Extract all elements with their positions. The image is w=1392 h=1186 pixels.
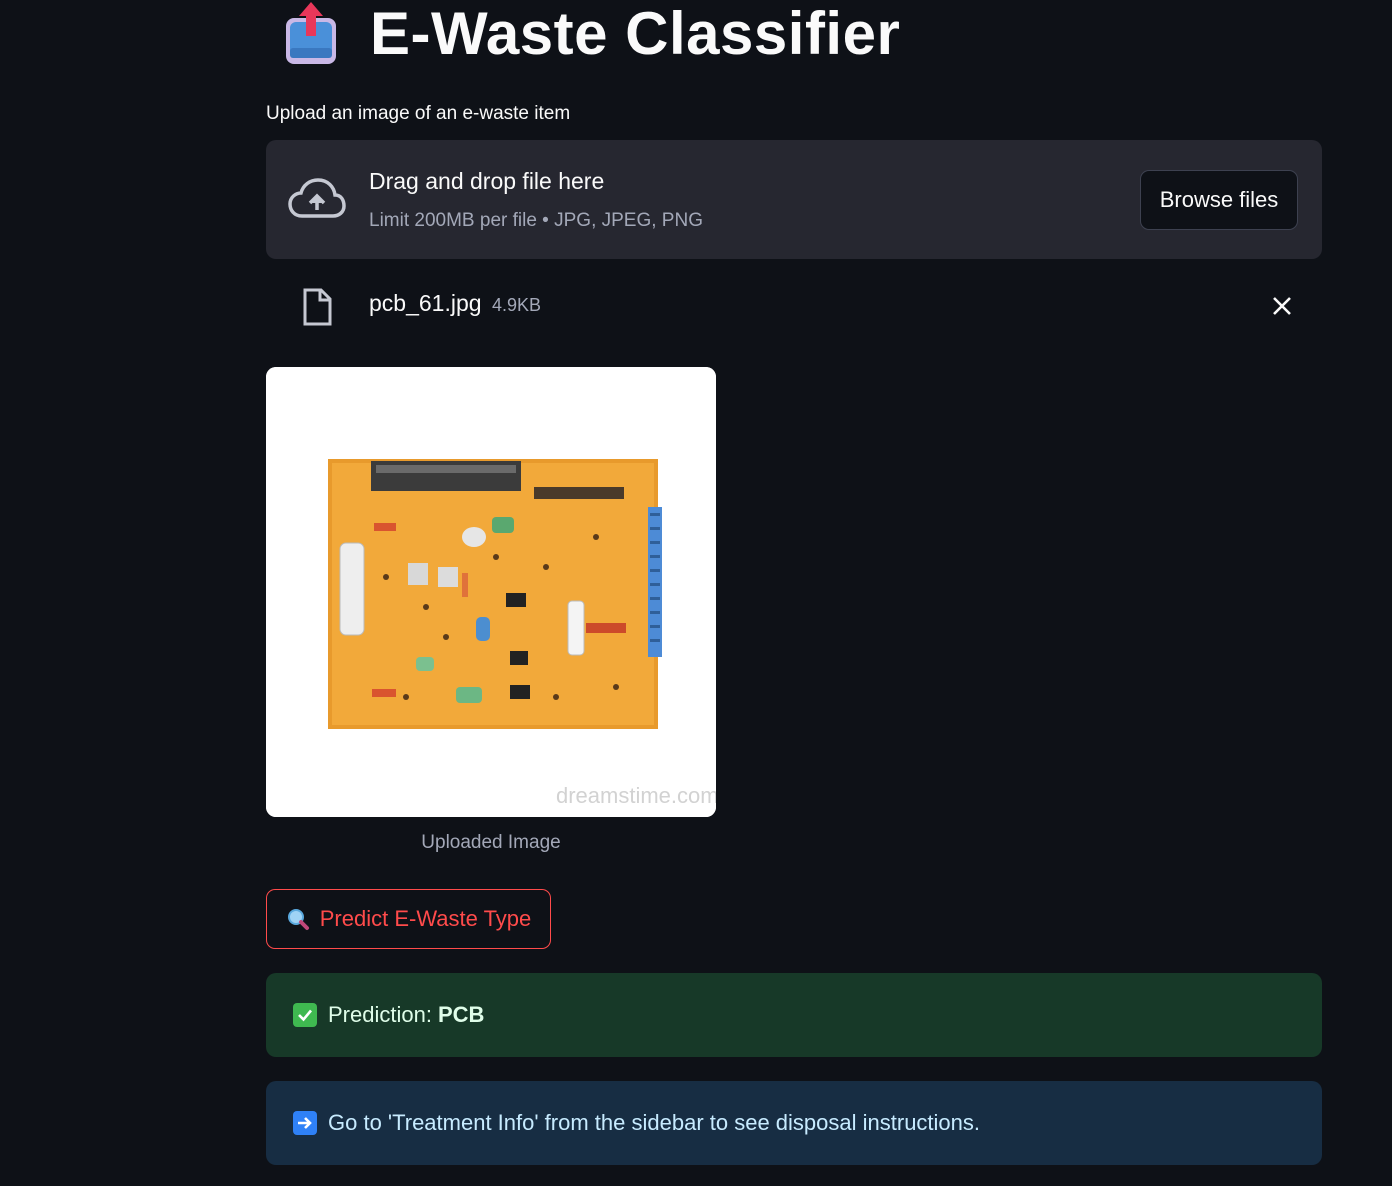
uploader-label: Upload an image of an e-waste item — [266, 103, 571, 124]
main-content: E-Waste Classifier Upload an image of an… — [266, 0, 1322, 1186]
cloud-upload-icon — [288, 178, 346, 220]
uploaded-file-item: pcb_61.jpg 4.9KB — [266, 280, 1322, 332]
uploaded-file-size: 4.9KB — [492, 295, 542, 315]
outbox-tray-icon — [282, 0, 340, 68]
info-text: Go to 'Treatment Info' from the sidebar … — [328, 1110, 981, 1135]
page-header: E-Waste Classifier — [282, 0, 900, 68]
prediction-value: PCB — [437, 1002, 485, 1027]
prediction-result: Prediction: PCB — [266, 973, 1322, 1057]
predict-button-label: Predict E-Waste Type — [319, 906, 532, 931]
info-message: Go to 'Treatment Info' from the sidebar … — [266, 1081, 1322, 1165]
magnifying-glass-icon — [286, 907, 310, 931]
dropzone-instruction: Drag and drop file here — [369, 168, 605, 194]
predict-button[interactable]: Predict E-Waste Type — [266, 889, 551, 949]
right-arrow-icon — [293, 1111, 317, 1135]
check-mark-button-icon — [293, 1003, 317, 1027]
image-watermark: dreamstime.com — [556, 783, 716, 808]
uploaded-file-name: pcb_61.jpg — [369, 290, 482, 316]
dropzone-limit: Limit 200MB per file • JPG, JPEG, PNG — [369, 210, 703, 231]
page-title: E-Waste Classifier — [370, 0, 901, 67]
file-dropzone[interactable]: Drag and drop file here Limit 200MB per … — [266, 140, 1322, 259]
image-caption: Uploaded Image — [421, 832, 561, 853]
browse-files-button[interactable]: Browse files — [1140, 170, 1298, 230]
file-icon — [302, 288, 332, 326]
prediction-prefix: Prediction: — [328, 1002, 432, 1027]
close-icon[interactable] — [1270, 294, 1294, 318]
uploaded-image: dreamstime.com — [266, 367, 716, 817]
